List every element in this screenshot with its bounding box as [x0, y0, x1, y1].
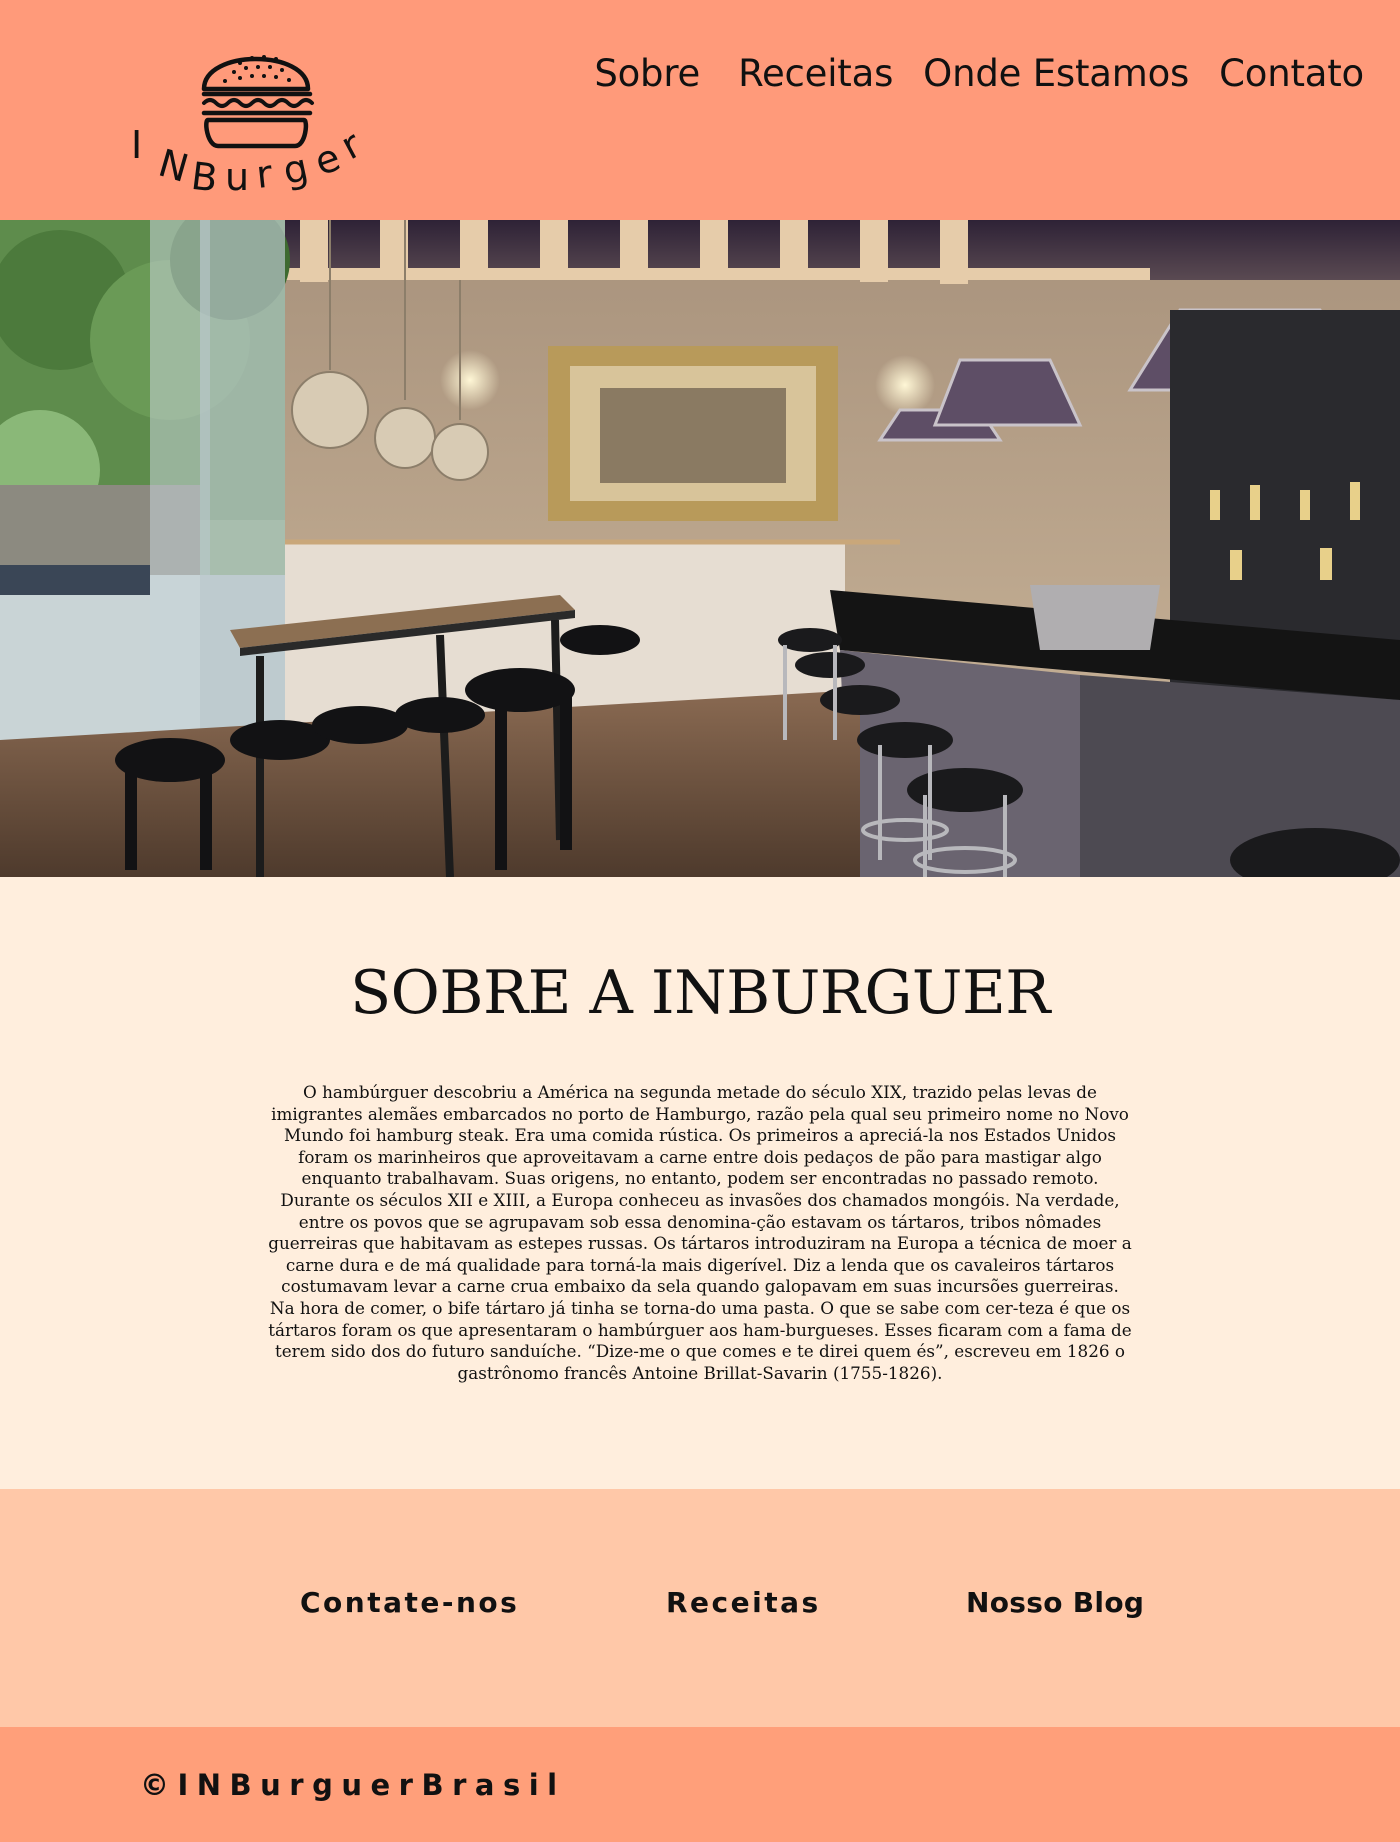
site-footer: ©INBurguerBrasil: [0, 1727, 1400, 1842]
nav-link-sobre[interactable]: Sobre: [594, 52, 700, 96]
site-header: I N B u r g e r Sobre Receitas Onde Esta…: [0, 0, 1400, 220]
svg-text:N: N: [154, 141, 193, 191]
nav-link-receitas[interactable]: Receitas: [738, 52, 893, 96]
about-text: O hambúrguer descobriu a América na segu…: [268, 1082, 1132, 1383]
burger-logo-icon: I N B u r g e r: [131, 55, 368, 200]
about-section: SOBRE A INBURGUER O hambúrguer descobriu…: [0, 877, 1400, 1489]
svg-text:g: g: [279, 145, 312, 193]
main-nav: Sobre Receitas Onde Estamos Contato: [564, 52, 1364, 96]
svg-text:u: u: [225, 155, 249, 199]
svg-text:B: B: [189, 154, 220, 200]
about-title: SOBRE A INBURGUER: [350, 958, 1050, 1028]
nav-link-contato[interactable]: Contato: [1219, 52, 1364, 96]
site-logo[interactable]: I N B u r g e r: [125, 30, 395, 200]
nav-link-onde-estamos[interactable]: Onde Estamos: [923, 52, 1189, 96]
svg-text:r: r: [254, 152, 275, 197]
footer-link-recipes[interactable]: Receitas: [666, 1585, 821, 1621]
hero-image: [0, 220, 1400, 877]
copyright-text: ©INBurguerBrasil: [140, 1768, 566, 1802]
footer-link-blog[interactable]: Nosso Blog: [966, 1585, 1144, 1621]
footer-links: Contate-nos Receitas Nosso Blog: [0, 1489, 1400, 1727]
svg-text:I: I: [131, 123, 148, 167]
footer-link-contact[interactable]: Contate-nos: [300, 1585, 519, 1621]
restaurant-interior-photo: [0, 220, 1400, 877]
